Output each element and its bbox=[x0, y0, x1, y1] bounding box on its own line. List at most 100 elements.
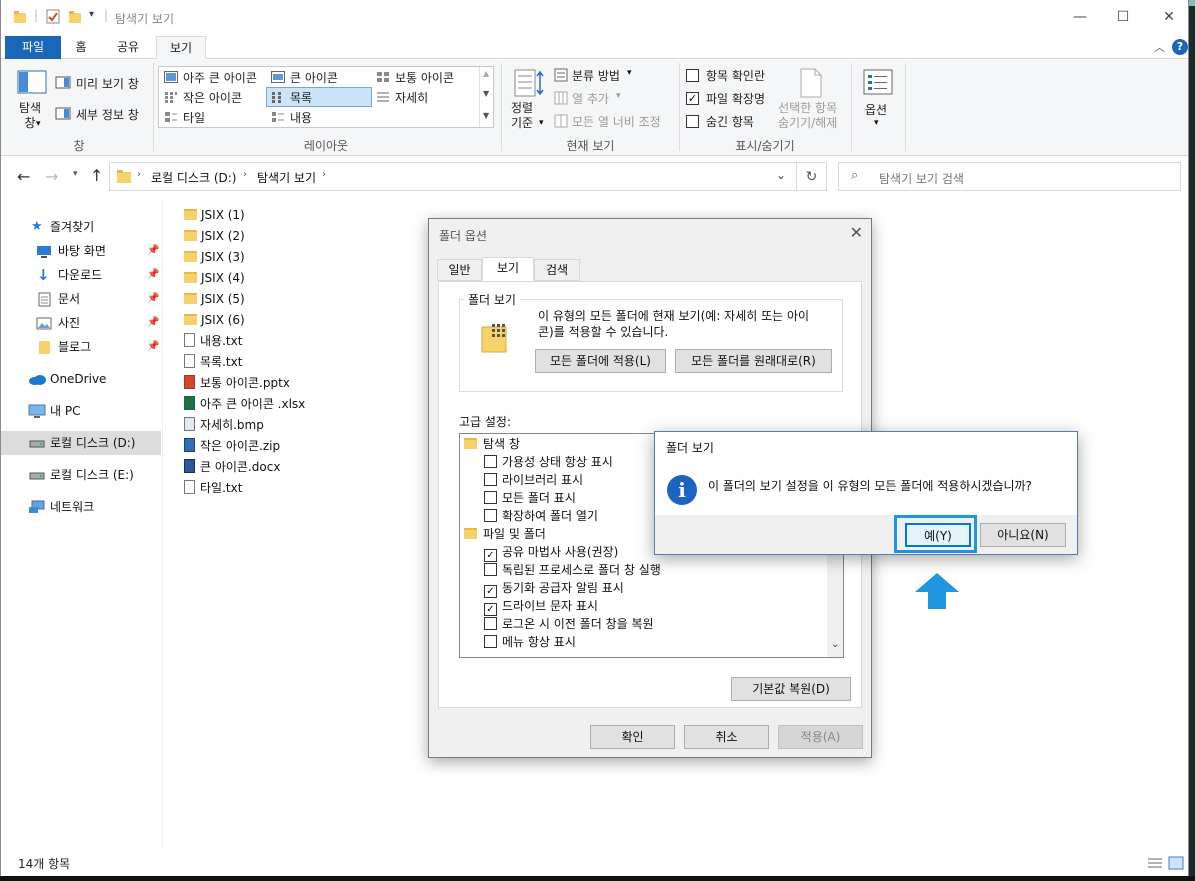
hide-selected-button[interactable]: 선택한 항목 숨기기/해제 bbox=[778, 101, 837, 131]
close-icon[interactable]: ✕ bbox=[850, 223, 863, 242]
nav-onedrive[interactable]: OneDrive bbox=[1, 368, 161, 390]
checkbox[interactable] bbox=[484, 563, 497, 576]
checkbox[interactable] bbox=[484, 473, 497, 486]
navigation-pane-icon[interactable] bbox=[17, 70, 47, 94]
list-item[interactable]: 내용.txt bbox=[184, 332, 242, 351]
checkbox[interactable] bbox=[484, 617, 497, 630]
tab-file[interactable]: 파일 bbox=[5, 36, 61, 59]
address-history-icon[interactable]: ⌄ bbox=[776, 168, 786, 182]
tree-option[interactable]: 가용성 상태 항상 표시 bbox=[484, 453, 613, 471]
pin-icon[interactable]: 📌 bbox=[147, 312, 159, 334]
list-item[interactable]: 자세히.bmp bbox=[184, 416, 264, 435]
nav-this-pc[interactable]: 내 PC bbox=[1, 400, 161, 422]
layout-extra-large-icons[interactable]: 아주 큰 아이콘 bbox=[183, 69, 257, 86]
chevron-up-icon[interactable]: ▲ bbox=[483, 69, 489, 78]
tree-option[interactable]: 로그온 시 이전 폴더 창을 복원 bbox=[484, 615, 654, 633]
layout-content[interactable]: 내용 bbox=[290, 109, 312, 126]
refresh-button[interactable]: ↻ bbox=[797, 162, 827, 191]
tab-view[interactable]: 보기 bbox=[156, 36, 206, 59]
hidden-items-checkbox[interactable] bbox=[686, 115, 699, 128]
recent-locations-icon[interactable]: ▾ bbox=[73, 169, 78, 179]
tab-search[interactable]: 검색 bbox=[534, 259, 580, 281]
cancel-button[interactable]: 취소 bbox=[684, 725, 769, 749]
list-item[interactable]: 아주 큰 아이콘 .xlsx bbox=[184, 395, 305, 414]
reset-folders-button[interactable]: 모든 폴더를 원래대로(R) bbox=[675, 349, 832, 373]
checkbox[interactable] bbox=[484, 455, 497, 468]
nav-item-downloads[interactable]: ↓ 다운로드 📌 bbox=[1, 264, 161, 286]
pin-icon[interactable]: 📌 bbox=[147, 288, 159, 310]
nav-item-pictures[interactable]: 사진 📌 bbox=[1, 312, 161, 334]
layout-large-icons[interactable]: 큰 아이콘 bbox=[290, 69, 338, 86]
details-view-icon[interactable] bbox=[1147, 856, 1163, 870]
pin-icon[interactable]: 📌 bbox=[147, 336, 159, 358]
list-item[interactable]: JSIX (4) bbox=[184, 269, 245, 288]
layout-tiles[interactable]: 타일 bbox=[183, 109, 205, 126]
checkbox[interactable] bbox=[484, 491, 497, 504]
collapse-ribbon-icon[interactable]: ︿ bbox=[1154, 39, 1165, 55]
breadcrumb-drive[interactable]: 로컬 디스크 (D:) bbox=[151, 169, 236, 186]
restore-defaults-button[interactable]: 기본값 복원(D) bbox=[731, 677, 851, 701]
tab-share[interactable]: 공유 bbox=[105, 36, 151, 59]
list-item[interactable]: 목록.txt bbox=[184, 353, 242, 372]
maximize-button[interactable]: ☐ bbox=[1110, 6, 1136, 28]
breadcrumb-separator-icon[interactable]: › bbox=[137, 169, 141, 180]
large-icons-view-icon[interactable] bbox=[1168, 856, 1184, 870]
new-folder-icon[interactable] bbox=[68, 10, 82, 24]
minimize-button[interactable]: — bbox=[1067, 6, 1093, 28]
list-item[interactable]: 타일.txt bbox=[184, 479, 242, 498]
item-checkboxes-checkbox[interactable] bbox=[686, 69, 699, 82]
list-item[interactable]: 큰 아이콘.docx bbox=[184, 458, 280, 477]
tab-home[interactable]: 홈 bbox=[63, 36, 99, 59]
layout-list[interactable]: 목록 bbox=[290, 89, 312, 106]
back-arrow-icon[interactable]: ← bbox=[17, 167, 30, 186]
tree-option[interactable]: ✓ 공유 마법사 사용(권장) bbox=[484, 543, 618, 562]
up-arrow-icon[interactable]: ↑ bbox=[90, 166, 103, 185]
search-box[interactable]: ⌕ 탐색기 보기 검색 bbox=[838, 162, 1181, 191]
size-columns-button[interactable]: 모든 열 너비 조정 bbox=[572, 113, 661, 130]
chevron-down-icon[interactable]: ⌄ bbox=[831, 639, 839, 650]
details-pane-button[interactable]: 세부 정보 창 bbox=[76, 106, 139, 123]
tree-option[interactable]: 확장하여 폴더 열기 bbox=[484, 507, 598, 525]
layout-small-icons[interactable]: 작은 아이콘 bbox=[183, 89, 242, 106]
customize-dropdown-icon[interactable]: ▾ bbox=[89, 9, 94, 20]
gallery-scrollbar[interactable]: ▲ ▼ ▼ bbox=[479, 67, 493, 127]
list-item[interactable]: 보통 아이콘.pptx bbox=[184, 374, 290, 393]
group-by-button[interactable]: 분류 방법 bbox=[572, 67, 620, 84]
properties-icon[interactable] bbox=[46, 9, 60, 24]
no-button[interactable]: 아니요(N) bbox=[980, 523, 1066, 547]
nav-network[interactable]: 네트워크 bbox=[1, 496, 161, 518]
file-extensions-checkbox[interactable]: ✓ bbox=[686, 92, 699, 105]
address-bar[interactable]: › 로컬 디스크 (D:) › 탐색기 보기 › ⌄ bbox=[109, 162, 797, 191]
list-item[interactable]: 작은 아이콘.zip bbox=[184, 437, 280, 456]
tree-option[interactable]: ✓ 드라이브 문자 표시 bbox=[484, 597, 598, 616]
checkbox[interactable] bbox=[484, 635, 497, 648]
nav-item-documents[interactable]: 문서 📌 bbox=[1, 288, 161, 310]
breadcrumb-separator-icon[interactable]: › bbox=[322, 169, 326, 180]
sort-by-button[interactable]: 정렬 기준 bbox=[511, 101, 533, 131]
pin-icon[interactable]: 📌 bbox=[147, 264, 159, 286]
tree-option[interactable]: 라이브러리 표시 bbox=[484, 471, 583, 489]
nav-drive-d[interactable]: 로컬 디스크 (D:) bbox=[1, 431, 161, 455]
tree-option[interactable]: 독립된 프로세스로 폴더 창 실행 bbox=[484, 561, 661, 579]
nav-item-blog[interactable]: 블로그 📌 bbox=[1, 336, 161, 358]
pin-icon[interactable]: 📌 bbox=[147, 240, 159, 262]
ok-button[interactable]: 확인 bbox=[590, 725, 675, 749]
nav-item-desktop[interactable]: 바탕 화면 📌 bbox=[1, 240, 161, 262]
nav-drive-e[interactable]: 로컬 디스크 (E:) bbox=[1, 464, 161, 486]
breadcrumb-separator-icon[interactable]: › bbox=[243, 169, 247, 180]
layout-details[interactable]: 자세히 bbox=[395, 89, 428, 106]
close-button[interactable]: ✕ bbox=[1156, 6, 1182, 28]
checkbox[interactable] bbox=[484, 509, 497, 522]
expand-gallery-icon[interactable]: ▼ bbox=[483, 111, 489, 120]
nav-quick-access[interactable]: ★ 즐겨찾기 bbox=[1, 216, 161, 238]
list-item[interactable]: JSIX (3) bbox=[184, 248, 245, 267]
tree-option[interactable]: ✓ 동기화 공급자 알림 표시 bbox=[484, 579, 624, 598]
options-button[interactable]: 옵션 bbox=[865, 101, 887, 118]
breadcrumb-folder[interactable]: 탐색기 보기 bbox=[257, 169, 316, 186]
tree-option[interactable]: 메뉴 항상 표시 bbox=[484, 633, 576, 651]
chevron-down-icon[interactable]: ▼ bbox=[483, 89, 489, 98]
list-item[interactable]: JSIX (5) bbox=[184, 290, 245, 309]
tree-option[interactable]: 모든 폴더 표시 bbox=[484, 489, 576, 507]
layout-medium-icons[interactable]: 보통 아이콘 bbox=[395, 69, 454, 86]
list-item[interactable]: JSIX (6) bbox=[184, 311, 245, 330]
